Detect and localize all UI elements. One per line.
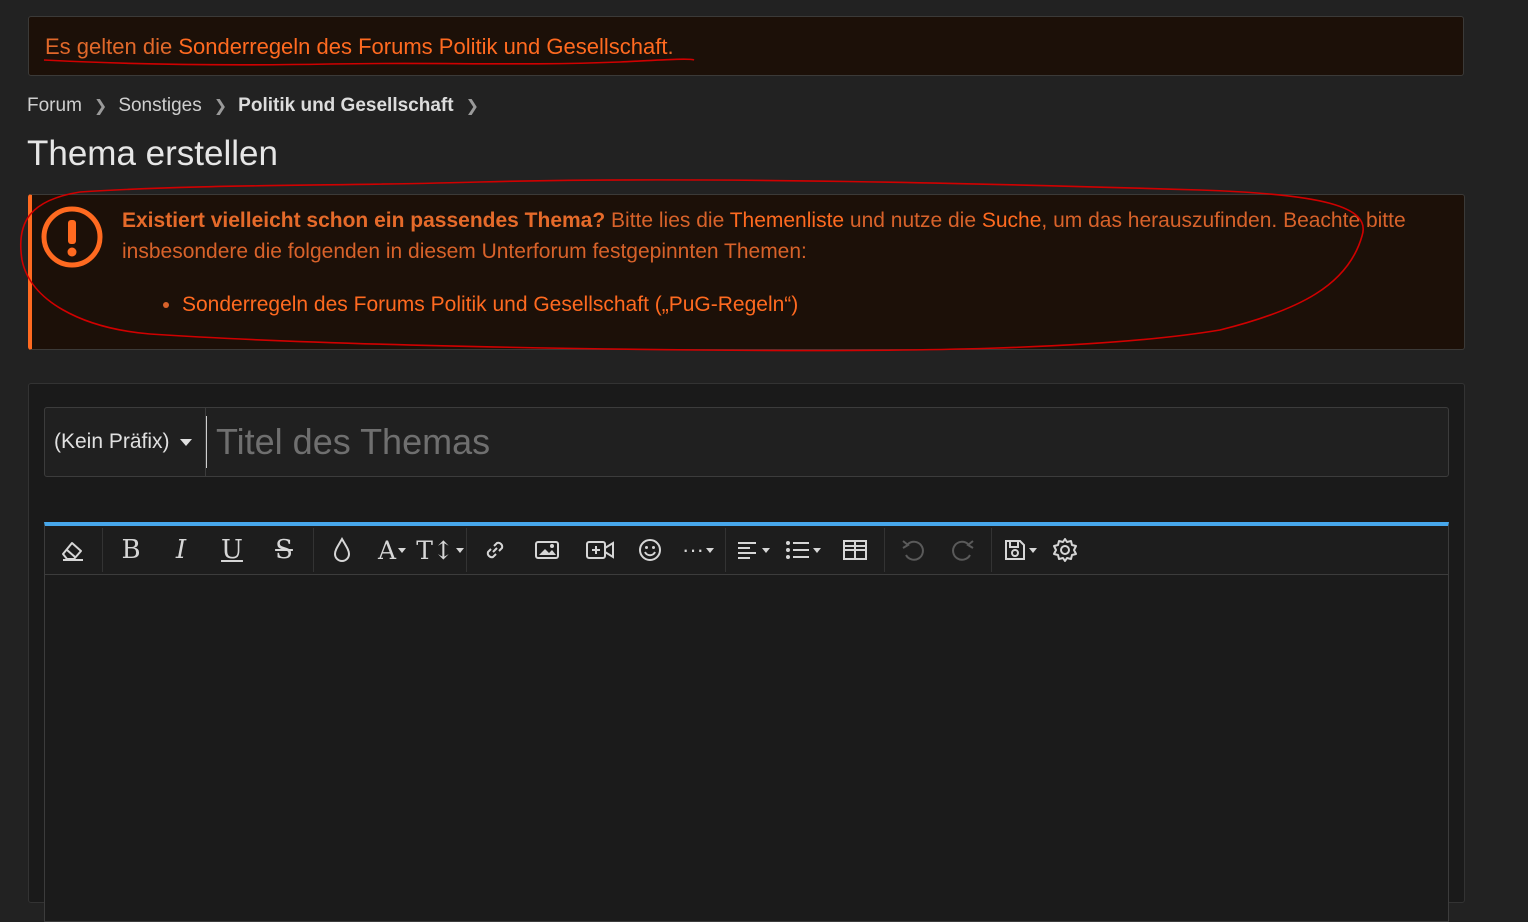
image-icon[interactable] <box>520 530 574 570</box>
breadcrumb-forum[interactable]: Forum <box>27 95 82 117</box>
link-icon[interactable] <box>470 530 520 570</box>
gear-icon[interactable] <box>1045 530 1085 570</box>
video-icon[interactable] <box>574 530 626 570</box>
italic-icon[interactable]: I <box>156 530 206 570</box>
undo-icon[interactable] <box>888 530 938 570</box>
prefix-select-value: (Kein Präfix) <box>54 430 170 453</box>
smiley-icon[interactable] <box>626 530 674 570</box>
thread-list-link[interactable]: Themenliste <box>730 209 844 232</box>
redo-icon[interactable] <box>938 530 988 570</box>
warning-body: Existiert vielleicht schon ein passendes… <box>122 205 1442 320</box>
exclamation-circle-icon <box>41 206 103 268</box>
notice-prefix: Es gelten die <box>45 34 179 59</box>
list-icon[interactable] <box>777 530 829 570</box>
thread-title-input[interactable] <box>206 416 1448 468</box>
underline-icon[interactable]: U <box>206 530 258 570</box>
editor-toolbar: B I U S A T↕ ··· <box>45 526 1448 575</box>
pinned-thread-link[interactable]: Sonderregeln des Forums Politik und Gese… <box>182 289 1442 320</box>
notice-rules-link[interactable]: Sonderregeln des Forums Politik und Gese… <box>178 34 667 59</box>
warning-text: und nutze die <box>844 209 982 232</box>
strikethrough-icon[interactable]: S <box>258 530 310 570</box>
chevron-right-icon: ❯ <box>213 98 228 115</box>
chevron-right-icon: ❯ <box>465 98 479 115</box>
title-row: (Kein Präfix) <box>44 407 1449 477</box>
breadcrumb-politik[interactable]: Politik und Gesellschaft <box>238 95 453 117</box>
breadcrumb: Forum ❯ Sonstiges ❯ Politik und Gesellsc… <box>27 95 490 117</box>
drafts-icon[interactable] <box>995 530 1045 570</box>
thread-form: (Kein Präfix) B I U S A T↕ <box>28 383 1465 922</box>
bold-icon[interactable]: B <box>106 530 156 570</box>
forum-rules-notice: Es gelten die Sonderregeln des Forums Po… <box>28 16 1464 76</box>
prefix-select[interactable]: (Kein Präfix) <box>45 408 206 476</box>
color-drop-icon[interactable] <box>317 530 367 570</box>
rich-text-editor: B I U S A T↕ ··· <box>44 522 1449 922</box>
table-icon[interactable] <box>829 530 881 570</box>
font-family-icon[interactable]: A <box>367 530 417 570</box>
align-icon[interactable] <box>729 530 777 570</box>
search-link[interactable]: Suche <box>982 209 1042 232</box>
chevron-right-icon: ❯ <box>93 98 108 115</box>
breadcrumb-sonstiges[interactable]: Sonstiges <box>118 95 201 117</box>
page-title: Thema erstellen <box>27 134 278 173</box>
pinned-thread-list: Sonderregeln des Forums Politik und Gese… <box>122 289 1442 320</box>
font-size-icon[interactable]: T↕ <box>416 530 464 570</box>
more-icon[interactable]: ··· <box>674 530 722 570</box>
warning-text: Bitte lies die <box>605 209 730 232</box>
warning-question: Existiert vielleicht schon ein passendes… <box>122 209 606 232</box>
eraser-icon[interactable] <box>45 530 99 570</box>
caret-down-icon <box>179 438 192 446</box>
existing-thread-warning: Existiert vielleicht schon ein passendes… <box>28 194 1465 350</box>
notice-suffix: . <box>667 34 674 59</box>
notice-text: Es gelten die Sonderregeln des Forums Po… <box>45 34 674 60</box>
